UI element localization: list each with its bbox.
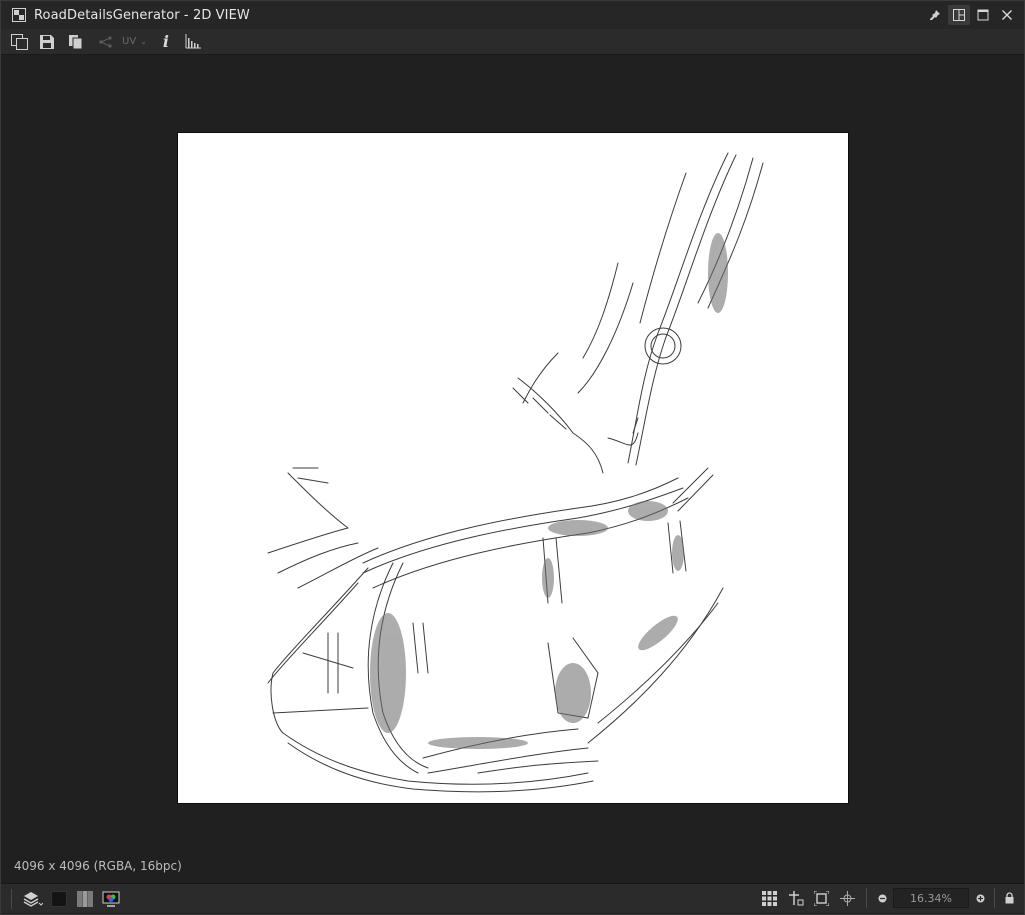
background-black-button[interactable] <box>48 889 70 909</box>
separator <box>11 888 12 909</box>
substance-graph-icon <box>12 8 26 22</box>
layout-icon <box>953 9 965 21</box>
lock-icon <box>1005 892 1013 904</box>
crosshair-icon <box>839 890 855 906</box>
black-swatch-icon <box>51 890 67 907</box>
road-texture-image <box>267 152 764 793</box>
title-bar: RoadDetailsGenerator - 2D VIEW <box>1 1 1024 29</box>
grid-icon <box>761 890 777 906</box>
pin-button[interactable] <box>924 5 946 25</box>
zoom-in-icon <box>976 894 984 902</box>
toolbar: UV ⌄ i <box>1 29 1024 55</box>
channels-button[interactable] <box>74 889 96 909</box>
layers-icon <box>23 891 43 907</box>
export-icon <box>10 33 28 50</box>
channels-icon <box>77 890 93 907</box>
image-info: 4096 x 4096 (RGBA, 16bpc) <box>14 859 182 873</box>
export-button[interactable] <box>9 31 29 53</box>
close-button[interactable] <box>996 5 1018 25</box>
zoom-out-button[interactable] <box>875 888 889 908</box>
histogram-icon <box>185 34 201 49</box>
layers-button[interactable] <box>22 889 44 909</box>
window-actions <box>924 5 1018 25</box>
info-button[interactable]: i <box>157 31 175 53</box>
fit-view-button[interactable] <box>810 888 832 908</box>
pixel-size-button[interactable] <box>784 888 806 908</box>
save-icon <box>40 34 54 49</box>
chevron-down-icon: ⌄ <box>140 37 147 46</box>
close-icon <box>1002 10 1012 20</box>
bottom-bar: 16.34% <box>1 883 1024 913</box>
window-title: RoadDetailsGenerator - 2D VIEW <box>34 7 250 23</box>
pixel-size-icon <box>789 891 804 906</box>
lock-button[interactable] <box>1002 888 1016 908</box>
center-view-button[interactable] <box>836 888 858 908</box>
grid-toggle-button[interactable] <box>758 888 780 908</box>
texture-canvas[interactable] <box>177 132 849 804</box>
maximize-icon <box>977 9 989 21</box>
save-button[interactable] <box>37 31 57 53</box>
zoom-input[interactable]: 16.34% <box>893 888 969 908</box>
share-button[interactable] <box>96 31 116 53</box>
fit-view-icon <box>813 890 829 906</box>
zoom-in-button[interactable] <box>973 888 987 908</box>
pin-icon <box>930 10 940 20</box>
color-monitor-icon <box>102 891 120 907</box>
copy-button[interactable] <box>66 31 86 53</box>
info-icon: i <box>162 32 169 51</box>
copy-icon <box>69 34 83 49</box>
uv-dropdown[interactable]: UV ⌄ <box>122 31 147 53</box>
color-display-button[interactable] <box>100 889 122 909</box>
2d-viewport[interactable]: 4096 x 4096 (RGBA, 16bpc) <box>1 55 1024 882</box>
histogram-button[interactable] <box>183 31 203 53</box>
zoom-out-icon <box>878 894 886 902</box>
separator <box>866 888 867 908</box>
separator <box>994 888 995 908</box>
uv-label: UV <box>122 36 137 47</box>
layout-button[interactable] <box>948 5 970 25</box>
share-icon <box>99 35 112 48</box>
maximize-button[interactable] <box>972 5 994 25</box>
